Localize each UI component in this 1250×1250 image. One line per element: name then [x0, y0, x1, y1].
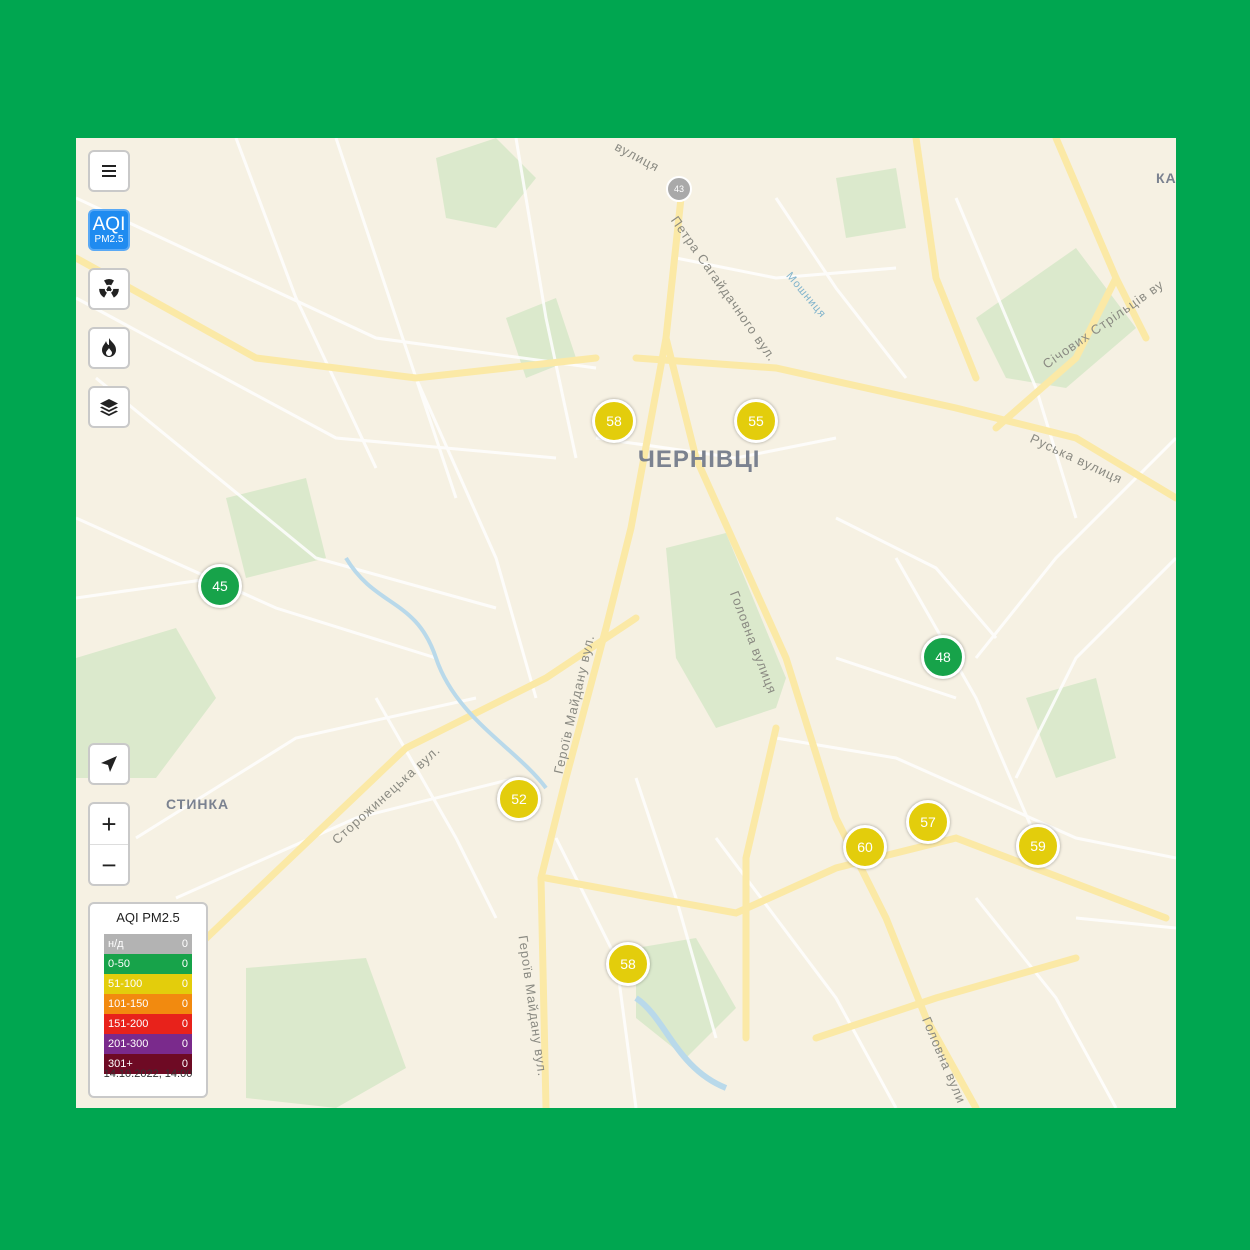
radiation-layer-button[interactable] [88, 268, 130, 310]
aqi-value: 60 [857, 839, 873, 855]
legend-count: 0 [181, 1038, 188, 1050]
legend-row: 51-100 0 [104, 974, 192, 994]
aqi-marker[interactable]: 58 [606, 942, 650, 986]
aqi-legend: AQI PM2.5 н/д 0 0-50 0 51-100 0 101-150 0 15… [88, 902, 208, 1098]
aqi-marker[interactable]: 58 [592, 399, 636, 443]
aqi-marker[interactable]: 45 [198, 564, 242, 608]
legend-row: 151-200 0 [104, 1014, 192, 1034]
legend-title: AQI PM2.5 [116, 910, 180, 925]
aqi-layer-button[interactable]: AQI PM2.5 [88, 209, 130, 251]
legend-range: 101-150 [108, 998, 149, 1010]
legend-rows: н/д 0 0-50 0 51-100 0 101-150 0 151-200 0 201… [104, 934, 192, 1074]
legend-count: 0 [181, 998, 188, 1010]
legend-count: 0 [181, 1018, 188, 1030]
menu-button[interactable] [88, 150, 130, 192]
aqi-marker[interactable]: 57 [906, 800, 950, 844]
aqi-marker[interactable]: 52 [497, 777, 541, 821]
aqi-value: 52 [511, 791, 527, 807]
aqi-value: 58 [620, 956, 636, 972]
aqi-button-sublabel: PM2.5 [94, 233, 124, 245]
legend-count: 0 [181, 958, 188, 970]
layers-button[interactable] [88, 386, 130, 428]
radiation-icon [99, 279, 119, 298]
legend-count: 0 [181, 938, 188, 950]
legend-count: 0 [181, 978, 188, 990]
aqi-value: 55 [748, 413, 764, 429]
zoom-out-button[interactable]: − [90, 844, 128, 885]
aqi-value: 45 [212, 578, 228, 594]
legend-range: 201-300 [108, 1038, 149, 1050]
legend-row: 201-300 0 [104, 1034, 192, 1054]
partial-district-label: КА [1156, 170, 1176, 186]
locate-button[interactable] [88, 743, 130, 785]
route-shield: 43 [666, 176, 692, 202]
legend-range: 51-100 [108, 978, 143, 990]
aqi-marker[interactable]: 59 [1016, 824, 1060, 868]
zoom-control: + − [88, 802, 130, 886]
legend-range: 151-200 [108, 1018, 149, 1030]
zoom-in-button[interactable]: + [90, 804, 128, 844]
fire-layer-button[interactable] [88, 327, 130, 369]
aqi-value: 58 [606, 413, 622, 429]
fire-icon [102, 338, 116, 357]
legend-range: н/д [108, 938, 124, 950]
locate-arrow-icon [101, 756, 117, 772]
legend-row: 0-50 0 [104, 954, 192, 974]
menu-icon [102, 165, 116, 177]
legend-timestamp: 14.10.2022, 14:00 [103, 1068, 193, 1080]
legend-row: н/д 0 [104, 934, 192, 954]
river [344, 556, 548, 790]
aqi-button-label: AQI [92, 213, 126, 235]
aqi-marker[interactable]: 55 [734, 399, 778, 443]
layers-icon [100, 399, 118, 416]
legend-row: 101-150 0 [104, 994, 192, 1014]
aqi-value: 48 [935, 649, 951, 665]
aqi-value: 57 [920, 814, 936, 830]
aqi-value: 59 [1030, 838, 1046, 854]
map-view[interactable]: 43 ЧЕРНІВЦІ СТИНКА КА вулиця Петра Сагай… [76, 138, 1176, 1108]
legend-range: 0-50 [108, 958, 131, 970]
aqi-marker[interactable]: 48 [921, 635, 965, 679]
route-shield-number: 43 [673, 184, 684, 194]
district-label: СТИНКА [166, 796, 230, 812]
city-label: ЧЕРНІВЦІ [638, 446, 761, 473]
aqi-marker[interactable]: 60 [843, 825, 887, 869]
